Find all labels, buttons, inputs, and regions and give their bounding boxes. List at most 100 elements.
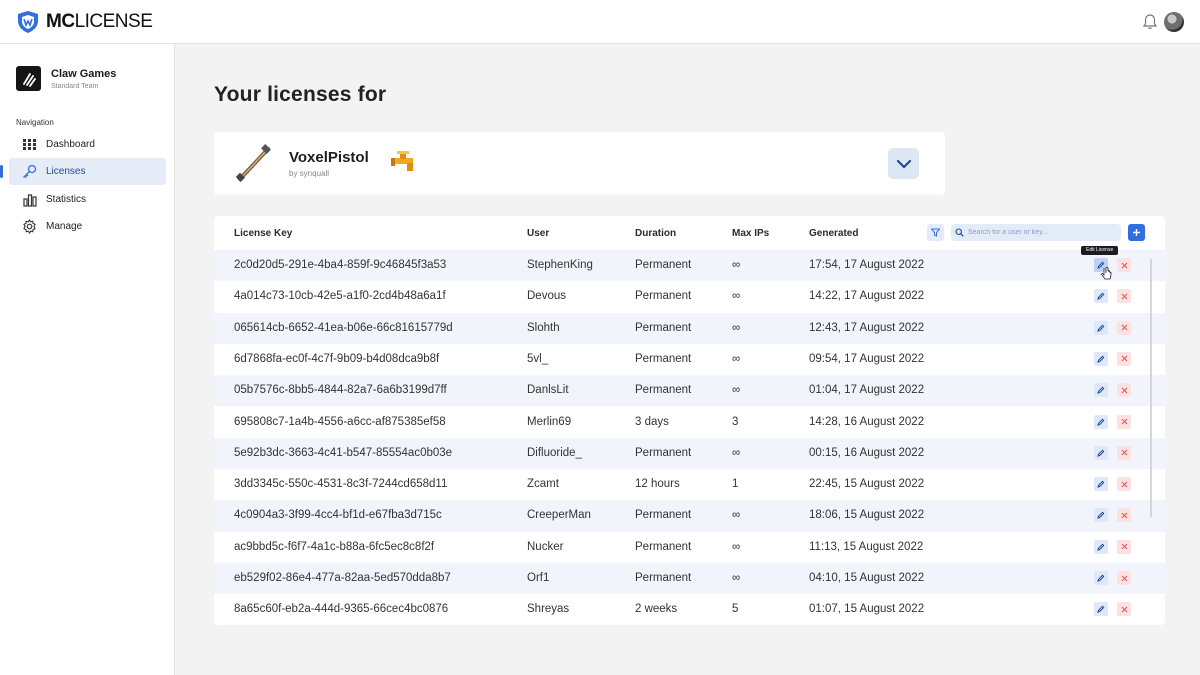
- sidebar-item-statistics[interactable]: Statistics: [9, 186, 166, 213]
- pencil-icon: [1097, 480, 1105, 488]
- sidebar-item-label: Licenses: [46, 166, 86, 177]
- table-scrollbar[interactable]: [1150, 258, 1152, 518]
- search-field[interactable]: [951, 224, 1121, 241]
- edit-license-button[interactable]: [1094, 571, 1108, 585]
- duration-cell: Permanent: [635, 446, 692, 459]
- user-cell: Merlin69: [527, 415, 572, 428]
- license-key-cell: 4a014c73-10cb-42e5-a1f0-2cd4b48a6a1f: [234, 290, 446, 303]
- pencil-icon: [1097, 355, 1105, 363]
- table-row[interactable]: 05b7576c-8bb5-4844-82a7-6a6b3199d7ff Danl…: [214, 375, 1165, 407]
- user-cell: CreeperMan: [527, 509, 591, 522]
- delete-license-button[interactable]: [1117, 571, 1131, 585]
- sidebar-item-manage[interactable]: Manage: [9, 213, 166, 240]
- table-row[interactable]: 4c0904a3-3f99-4cc4-bf1d-e67fba3d715c Cree…: [214, 500, 1165, 532]
- filter-button[interactable]: [927, 224, 944, 241]
- user-cell: Zcamt: [527, 478, 559, 491]
- table-row[interactable]: 8a65c60f-eb2a-444d-9365-66cec4bc0876 Shre…: [214, 594, 1165, 625]
- close-icon: [1121, 356, 1127, 362]
- max-ips-cell: 3: [732, 415, 739, 428]
- key-icon: [22, 164, 37, 179]
- claw-logo-icon: [22, 72, 36, 87]
- edit-license-button[interactable]: [1094, 508, 1108, 523]
- pencil-icon: [1097, 543, 1105, 551]
- product-name: VoxelPistol: [289, 149, 369, 166]
- table-row[interactable]: 695808c7-1a4b-4556-a6cc-af875385ef58 Merl…: [214, 407, 1165, 438]
- edit-license-button[interactable]: [1094, 383, 1108, 398]
- edit-license-button[interactable]: [1094, 320, 1108, 335]
- delete-license-button[interactable]: [1117, 414, 1131, 429]
- faucet-icon: [391, 151, 413, 171]
- header-max-ips[interactable]: Max IPs: [732, 228, 769, 239]
- max-ips-cell: 5: [732, 603, 739, 616]
- team-switcher[interactable]: Claw Games Standard Team: [16, 66, 116, 91]
- bell-icon[interactable]: [1142, 13, 1158, 31]
- duration-cell: 3 days: [635, 415, 669, 428]
- header-license-key[interactable]: License Key: [234, 228, 292, 239]
- product-dropdown-button[interactable]: [888, 148, 919, 179]
- max-ips-cell: ∞: [732, 540, 741, 553]
- search-icon: [955, 228, 964, 237]
- duration-cell: Permanent: [635, 290, 692, 303]
- max-ips-cell: ∞: [732, 572, 741, 584]
- user-cell: Difluoride_: [527, 446, 582, 459]
- delete-license-button[interactable]: [1117, 508, 1131, 523]
- generated-cell: 01:07, 15 August 2022: [809, 603, 925, 616]
- generated-cell: 11:13, 15 August 2022: [809, 540, 924, 553]
- table-row[interactable]: eb529f02-86e4-477a-82aa-5ed570dda8b7 Orf1…: [214, 563, 1165, 595]
- delete-license-button[interactable]: [1117, 289, 1131, 304]
- close-icon: [1121, 293, 1127, 300]
- edit-license-button[interactable]: [1094, 445, 1108, 460]
- generated-cell: 01:04, 17 August 2022: [809, 384, 925, 397]
- generated-cell: 12:43, 17 August 2022: [809, 321, 925, 334]
- sidebar-item-dashboard[interactable]: Dashboard: [9, 131, 166, 158]
- search-input[interactable]: [968, 229, 1108, 236]
- delete-license-button[interactable]: [1117, 602, 1131, 617]
- delete-license-button[interactable]: [1117, 445, 1131, 460]
- edit-license-button[interactable]: [1094, 414, 1108, 429]
- user-avatar[interactable]: [1164, 12, 1184, 32]
- table-row[interactable]: ac9bbd5c-f6f7-4a1c-b88a-6fc5ec8c8f2f Nuck…: [214, 532, 1165, 563]
- header-duration[interactable]: Duration: [635, 228, 676, 239]
- table-row[interactable]: 065614cb-6652-41ea-b06e-66c81615779d Sloh…: [214, 312, 1165, 344]
- generated-cell: 14:28, 16 August 2022: [809, 415, 925, 428]
- edit-license-button[interactable]: [1094, 602, 1108, 617]
- sidebar-item-licenses[interactable]: Licenses: [0, 158, 166, 185]
- delete-license-button[interactable]: [1117, 258, 1131, 272]
- user-cell: Slohth: [527, 321, 560, 334]
- license-key-cell: 5e92b3dc-3663-4c41-b547-85554ac0b03e: [234, 446, 453, 459]
- generated-cell: 04:10, 15 August 2022: [809, 572, 925, 584]
- delete-license-button[interactable]: [1117, 320, 1131, 335]
- pencil-icon: [1097, 449, 1105, 457]
- close-icon: [1121, 387, 1127, 394]
- page-title: Your licenses for: [214, 83, 387, 106]
- delete-license-button[interactable]: [1117, 351, 1131, 366]
- edit-license-button[interactable]: [1094, 539, 1108, 554]
- pencil-icon: [1097, 605, 1105, 614]
- header-generated[interactable]: Generated: [809, 228, 858, 239]
- delete-license-button[interactable]: [1117, 383, 1131, 398]
- generated-cell: 00:15, 16 August 2022: [809, 446, 925, 459]
- user-cell: Shreyas: [527, 603, 570, 616]
- edit-license-button[interactable]: [1094, 351, 1108, 366]
- duration-cell: 12 hours: [635, 478, 680, 491]
- edit-license-button[interactable]: [1094, 289, 1108, 304]
- licenses-table: License Key User Duration Max IPs Genera…: [214, 216, 1165, 625]
- table-row[interactable]: 2c0d20d5-291e-4ba4-859f-9c46845f3a53 Step…: [214, 250, 1165, 282]
- table-row[interactable]: 6d7868fa-ec0f-4c7f-9b09-b4d08dca9b8f 5vl_…: [214, 344, 1165, 375]
- mouse-pointer-icon: [1101, 267, 1112, 280]
- delete-license-button[interactable]: [1117, 477, 1131, 492]
- delete-license-button[interactable]: [1117, 539, 1131, 554]
- pistol-image: [235, 144, 271, 182]
- edit-license-button[interactable]: [1094, 477, 1108, 492]
- app-logo[interactable]: MCLICENSE: [16, 11, 153, 33]
- top-bar: MCLICENSE: [0, 0, 1200, 44]
- table-row[interactable]: 3dd3345c-550c-4531-8c3f-7244cd658d11 Zcam…: [214, 469, 1165, 500]
- close-icon: [1121, 575, 1127, 581]
- header-user[interactable]: User: [527, 228, 549, 239]
- table-row[interactable]: 5e92b3dc-3663-4c41-b547-85554ac0b03e Difl…: [214, 437, 1165, 470]
- license-key-cell: 8a65c60f-eb2a-444d-9365-66cec4bc0876: [234, 603, 449, 616]
- table-row[interactable]: 4a014c73-10cb-42e5-a1f0-2cd4b48a6a1f Devo…: [214, 281, 1165, 312]
- sidebar-item-label: Statistics: [46, 194, 87, 205]
- add-license-button[interactable]: [1128, 224, 1145, 241]
- filter-icon: [931, 228, 940, 237]
